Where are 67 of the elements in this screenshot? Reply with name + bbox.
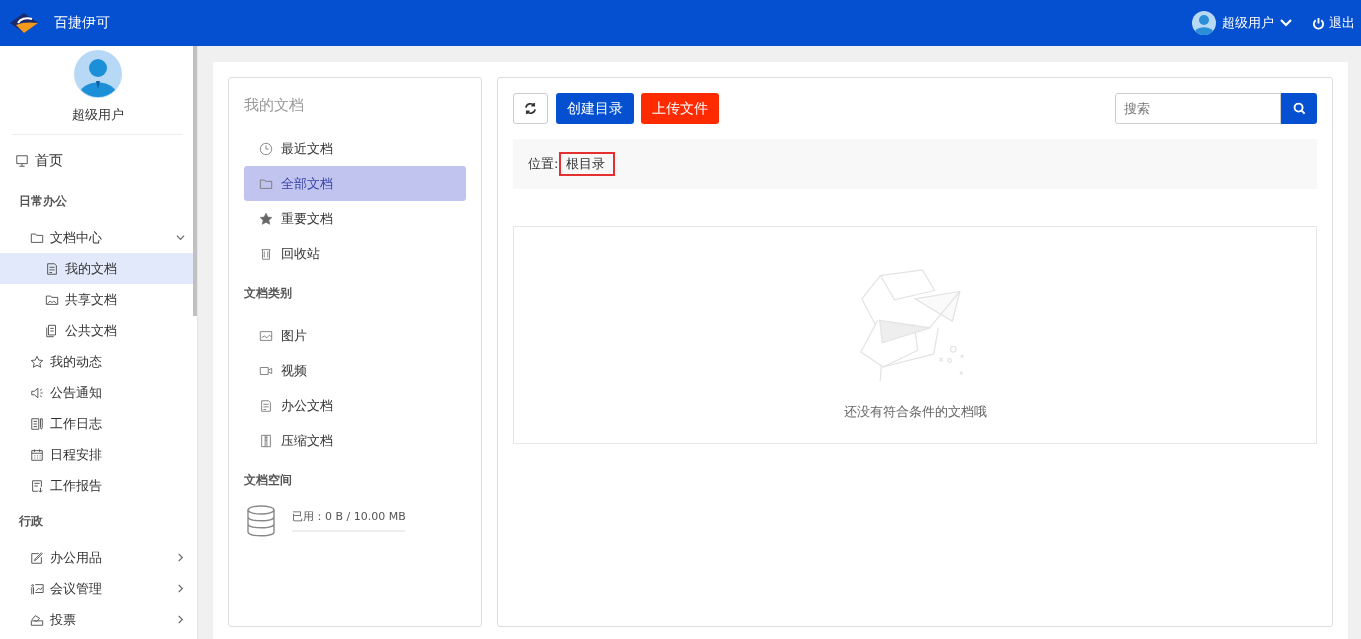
section-heading: 日常办公 (18, 193, 68, 210)
trash-icon (259, 246, 273, 261)
avatar-icon (73, 50, 122, 98)
calendar-icon (30, 447, 44, 462)
menu-item[interactable]: 工作报告 (0, 470, 197, 501)
speaker-icon (30, 385, 44, 400)
menu-item[interactable]: 办公用品 (0, 542, 197, 573)
folder-icon (30, 230, 44, 245)
ballot-icon (30, 612, 44, 627)
clock-icon (259, 141, 273, 156)
logo-icon (8, 11, 40, 35)
refresh-button[interactable] (513, 93, 548, 124)
doc-menu-item[interactable]: 全部文档 (244, 166, 466, 201)
create-folder-button[interactable]: 创建目录 (556, 93, 634, 124)
presentation-icon (30, 581, 44, 596)
app-name: 百捷伊可 (54, 14, 110, 32)
notebook-icon (30, 416, 44, 431)
database-icon (246, 505, 276, 537)
monitor-icon (15, 154, 29, 168)
category-heading: 文档空间 (244, 472, 293, 489)
star-icon (30, 354, 44, 369)
folder-icon (259, 176, 273, 191)
power-icon (1312, 16, 1325, 30)
report-icon (30, 478, 44, 493)
doc-menu-item[interactable]: 回收站 (244, 236, 466, 271)
location-label: 位置: (528, 155, 559, 173)
doc-menu-item[interactable]: 压缩文档 (244, 423, 466, 458)
star-icon (259, 211, 273, 226)
category-heading: 文档类别 (244, 285, 293, 302)
search-field[interactable]: 搜索 (1115, 93, 1281, 124)
menu-item[interactable]: 日程安排 (0, 439, 197, 470)
panel-title: 我的文档 (244, 96, 305, 115)
menu-item[interactable]: 工作日志 (0, 408, 197, 439)
document-icon (45, 261, 59, 276)
chevron-down-icon (1280, 19, 1292, 27)
refresh-icon (524, 102, 537, 115)
avatar-icon (1192, 11, 1216, 35)
doc-menu-item[interactable]: 最近文档 (244, 131, 466, 166)
scrollbar[interactable] (193, 46, 197, 316)
menu-item[interactable]: 文档中心 (0, 222, 197, 253)
archive-icon (259, 433, 273, 448)
empty-message: 还没有符合条件的文档哦 (843, 403, 987, 421)
user-menu[interactable]: 超级用户 (1192, 11, 1292, 35)
doc-menu-item[interactable]: 重要文档 (244, 201, 466, 236)
breadcrumb-link[interactable]: 根目录 (559, 152, 616, 176)
image-folder-icon (45, 292, 59, 307)
menu-item[interactable]: 共享文档 (0, 284, 197, 315)
document-icon (259, 398, 273, 413)
upload-file-button[interactable]: 上传文件 (641, 93, 719, 124)
edit-icon (30, 550, 44, 565)
section-heading: 行政 (18, 513, 44, 530)
menu-item[interactable]: 公共文档 (0, 315, 197, 346)
user-name: 超级用户 (71, 106, 124, 124)
image-icon (259, 328, 273, 343)
logout-button[interactable]: 退出 (1312, 14, 1355, 32)
menu-item[interactable]: 公告通知 (0, 377, 197, 408)
menu-item[interactable]: 投票 (0, 604, 197, 635)
doc-menu-item[interactable]: 图片 (244, 318, 466, 353)
menu-item[interactable]: 首页 (0, 141, 197, 181)
search-icon (1292, 102, 1306, 115)
storage-usage-text: 已用：0 B / 10.00 MB (292, 509, 406, 524)
doc-menu-item[interactable]: 办公文档 (244, 388, 466, 423)
menu-item[interactable]: 会议管理 (0, 573, 197, 604)
doc-menu-item[interactable]: 视频 (244, 353, 466, 388)
pages-icon (45, 323, 59, 338)
menu-item[interactable]: 我的动态 (0, 346, 197, 377)
search-button[interactable] (1281, 93, 1317, 124)
